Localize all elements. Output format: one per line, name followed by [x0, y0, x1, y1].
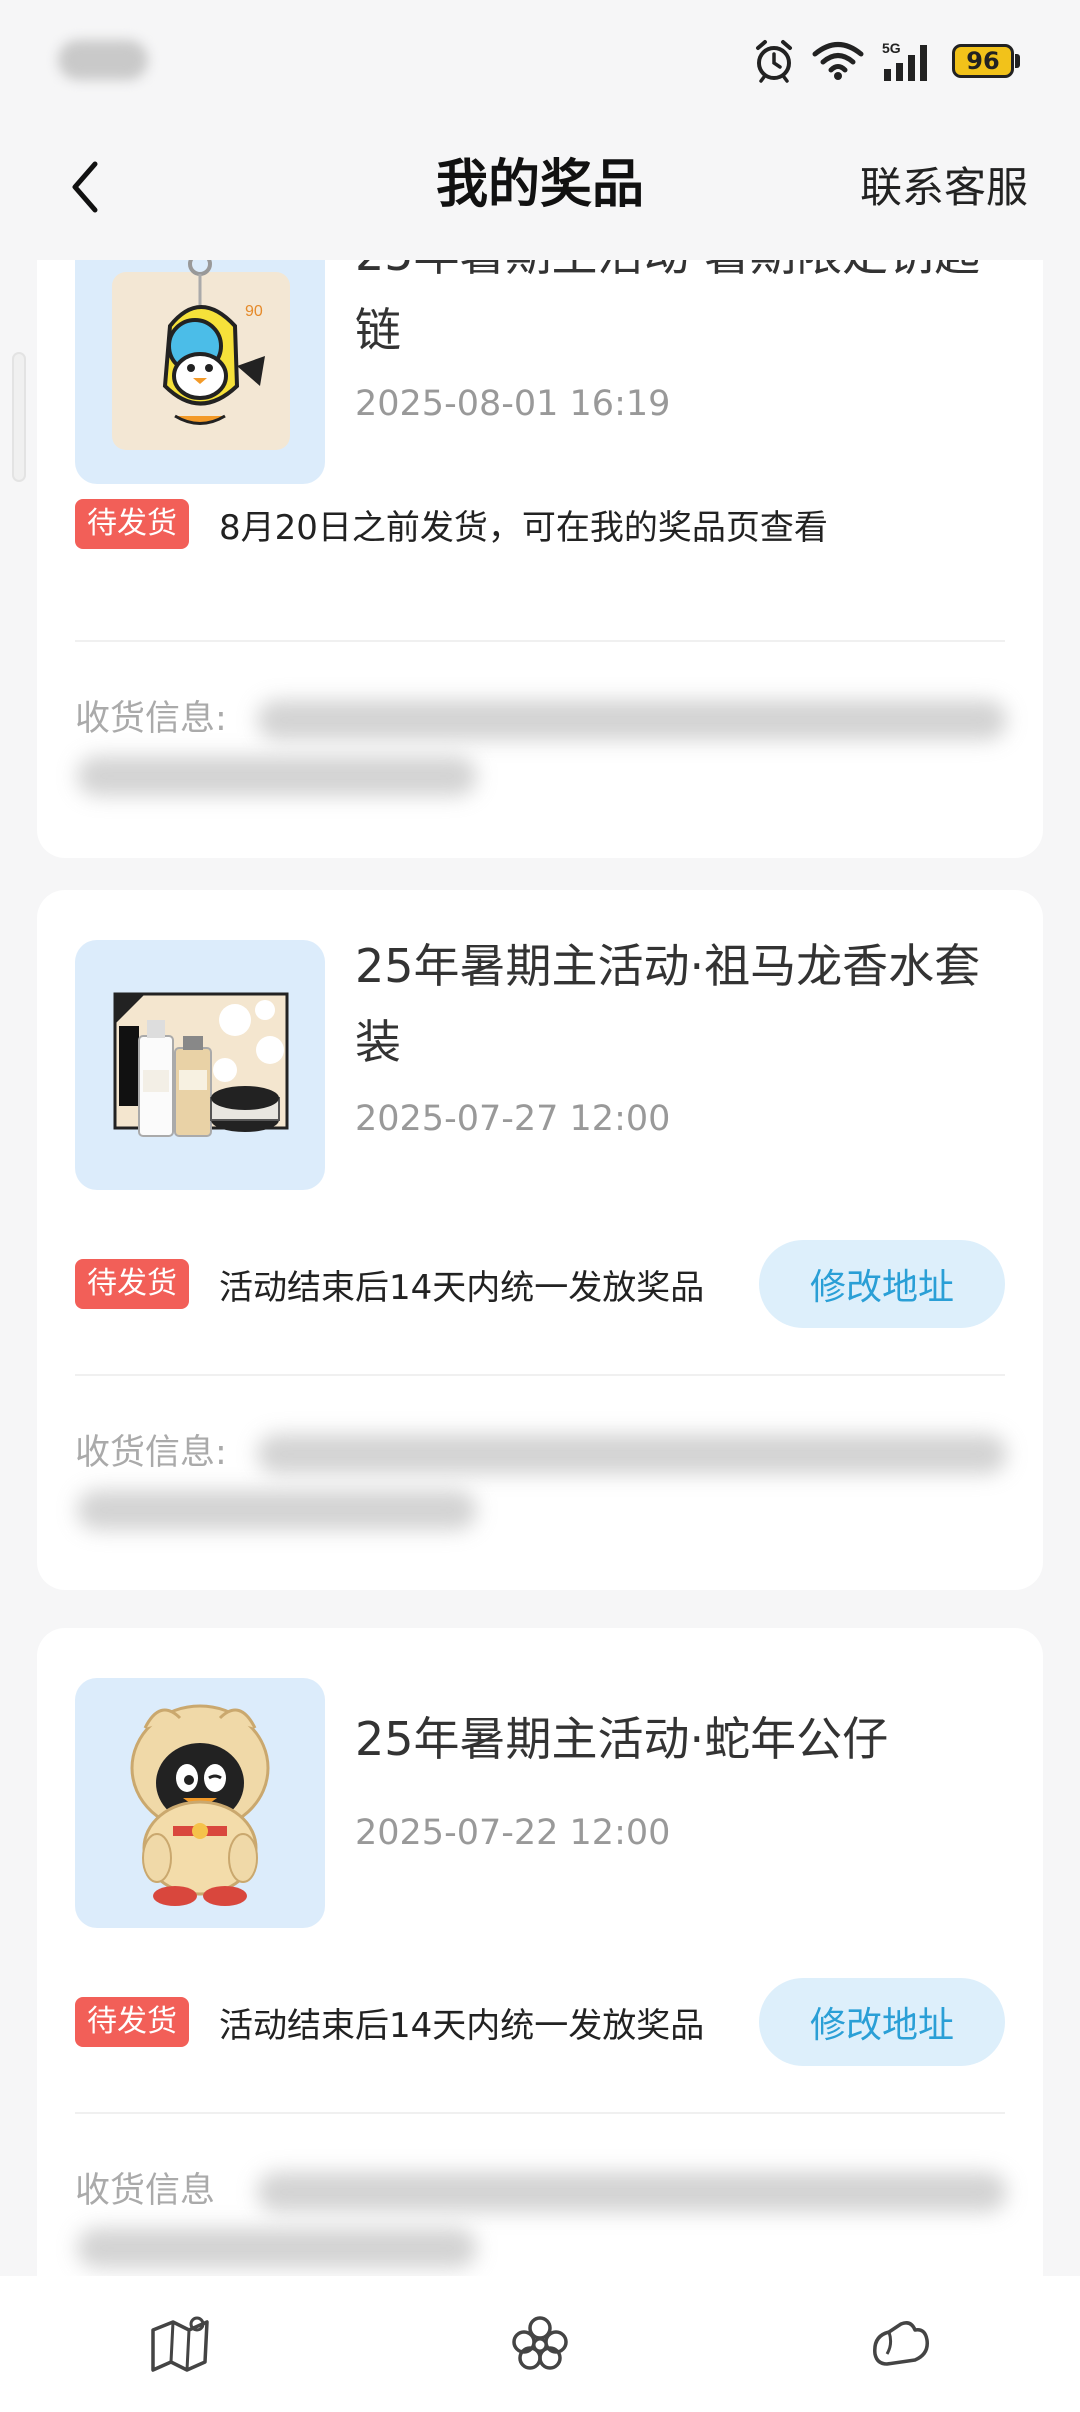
shipping-info-label: 收货信息:	[75, 699, 227, 739]
shipping-info-redacted	[257, 2172, 1007, 2212]
shipping-info-label: 收货信息	[75, 2171, 216, 2211]
penguin-plush-image	[130, 1704, 270, 1906]
modify-address-button[interactable]: 修改地址	[759, 1978, 1005, 2066]
tab-profile[interactable]	[720, 2276, 1080, 2412]
battery-tip	[1015, 54, 1020, 68]
shipping-status-row: 待发货 活动结束后14天内统一发放奖品 修改地址	[75, 1240, 1005, 1328]
status-badge: 待发货	[75, 1259, 189, 1309]
status-time-blurred	[58, 40, 148, 80]
tab-map[interactable]	[0, 2276, 360, 2412]
divider	[75, 1374, 1005, 1376]
prize-image	[75, 940, 325, 1190]
prize-date: 2025-07-22 12:00	[355, 1813, 671, 1853]
shipping-status-row: 待发货 8月20日之前发货，可在我的奖品页查看	[75, 480, 1005, 568]
perfume-set-image	[113, 992, 289, 1137]
status-note: 活动结束后14天内统一发放奖品	[219, 1267, 705, 1308]
status-badge: 待发货	[75, 1997, 189, 2047]
nav-header: 我的奖品 联系客服	[0, 120, 1080, 260]
status-bar: 5G 96	[0, 0, 1080, 120]
prize-name: 25年暑期主活动·暑期限定钥匙链	[355, 256, 980, 357]
flower-icon	[512, 2316, 568, 2370]
prize-name: 25年暑期主活动·蛇年公仔	[355, 1712, 889, 1766]
prize-card: 90 25年暑期主活动·暑期限定钥匙链 2025-08-01 16:19 待发货…	[37, 256, 1043, 858]
shipping-status-row: 待发货 活动结束后14天内统一发放奖品 修改地址	[75, 1978, 1005, 2066]
prize-date: 2025-08-01 16:19	[355, 384, 671, 424]
prize-image: 90	[75, 256, 325, 484]
contact-support-button[interactable]: 联系客服	[860, 158, 1028, 218]
tab-home[interactable]	[360, 2276, 720, 2412]
prizes-page: 5G 96 我的奖品 联系客服 90 链 2025-08-01 16:19 待发…	[0, 0, 1080, 2412]
battery-level: 96	[952, 44, 1014, 78]
battery-indicator: 96	[952, 44, 1020, 78]
shoe-icon	[873, 2321, 929, 2366]
status-note: 8月20日之前发货，可在我的奖品页查看	[219, 507, 828, 548]
network-label: 5G	[882, 40, 901, 56]
svg-text:90: 90	[245, 303, 263, 320]
shipping-info-redacted	[257, 700, 1007, 740]
status-icons: 5G 96	[754, 36, 1020, 86]
shipping-info-redacted	[77, 756, 477, 796]
divider	[75, 2112, 1005, 2114]
prize-date: 2025-07-27 12:00	[355, 1099, 671, 1139]
map-icon	[151, 2316, 209, 2372]
status-badge: 待发货	[75, 499, 189, 549]
modify-address-button[interactable]: 修改地址	[759, 1240, 1005, 1328]
prize-image	[75, 1678, 325, 1928]
divider	[75, 640, 1005, 642]
prize-list: 90 25年暑期主活动·暑期限定钥匙链 2025-08-01 16:19 待发货…	[0, 256, 1080, 2276]
prize-name: 25年暑期主活动·祖马龙香水套装	[355, 939, 981, 1069]
prize-card: 25年暑期主活动·蛇年公仔 2025-07-22 12:00 待发货 活动结束后…	[37, 1628, 1043, 2276]
shipping-info-label: 收货信息:	[75, 1433, 227, 1473]
shipping-info-redacted	[77, 2228, 477, 2268]
bottom-tab-bar	[0, 2276, 1080, 2412]
signal-5g-icon: 5G	[882, 40, 927, 81]
shipping-info-redacted	[77, 1490, 477, 1530]
keychain-image: 90	[112, 256, 290, 450]
shipping-info-redacted	[257, 1434, 1007, 1474]
alarm-icon	[756, 40, 792, 83]
prize-card: 25年暑期主活动·祖马龙香水套装 2025-07-27 12:00 待发货 活动…	[37, 890, 1043, 1590]
status-note: 活动结束后14天内统一发放奖品	[219, 2005, 705, 2046]
wifi-icon	[812, 42, 864, 80]
